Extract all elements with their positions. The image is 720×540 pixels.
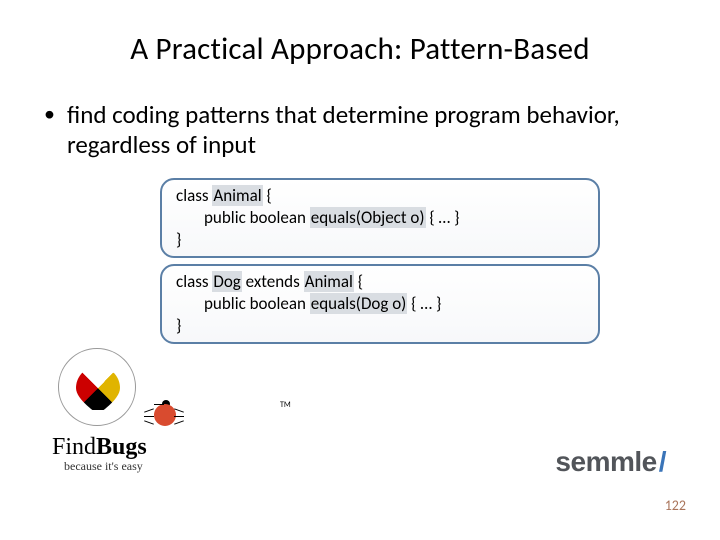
code-line: } <box>176 315 584 337</box>
tm-label: TM <box>280 400 291 410</box>
umd-flag-icon <box>76 366 120 410</box>
bullet-item: • find coding patterns that determine pr… <box>44 100 680 160</box>
bullet-marker: • <box>44 100 55 128</box>
bullet-text: find coding patterns that determine prog… <box>67 100 680 160</box>
code-line: } <box>176 229 584 251</box>
page-title: A Practical Approach: Pattern-Based <box>40 30 680 68</box>
findbugs-tagline: because it's easy <box>64 459 212 474</box>
umd-seal-icon <box>58 348 136 426</box>
code-box-dog: class Dog extends Animal { public boolea… <box>160 264 600 344</box>
code-line: class Animal { <box>176 185 584 207</box>
logo-block-left: TM FindBugs because it's easy <box>52 348 212 488</box>
code-examples: class Animal { public boolean equals(Obj… <box>160 178 600 344</box>
code-box-animal: class Animal { public boolean equals(Obj… <box>160 178 600 258</box>
code-line: public boolean equals(Dog o) { … } <box>176 293 584 315</box>
page-number: 122 <box>665 497 686 514</box>
semmle-logo: semmle/ <box>555 446 666 478</box>
slide: A Practical Approach: Pattern-Based • fi… <box>0 0 720 540</box>
code-line: class Dog extends Animal { <box>176 271 584 293</box>
findbugs-logo: FindBugs <box>52 434 212 461</box>
bug-icon: TM <box>148 398 180 428</box>
code-line: public boolean equals(Object o) { … } <box>176 207 584 229</box>
